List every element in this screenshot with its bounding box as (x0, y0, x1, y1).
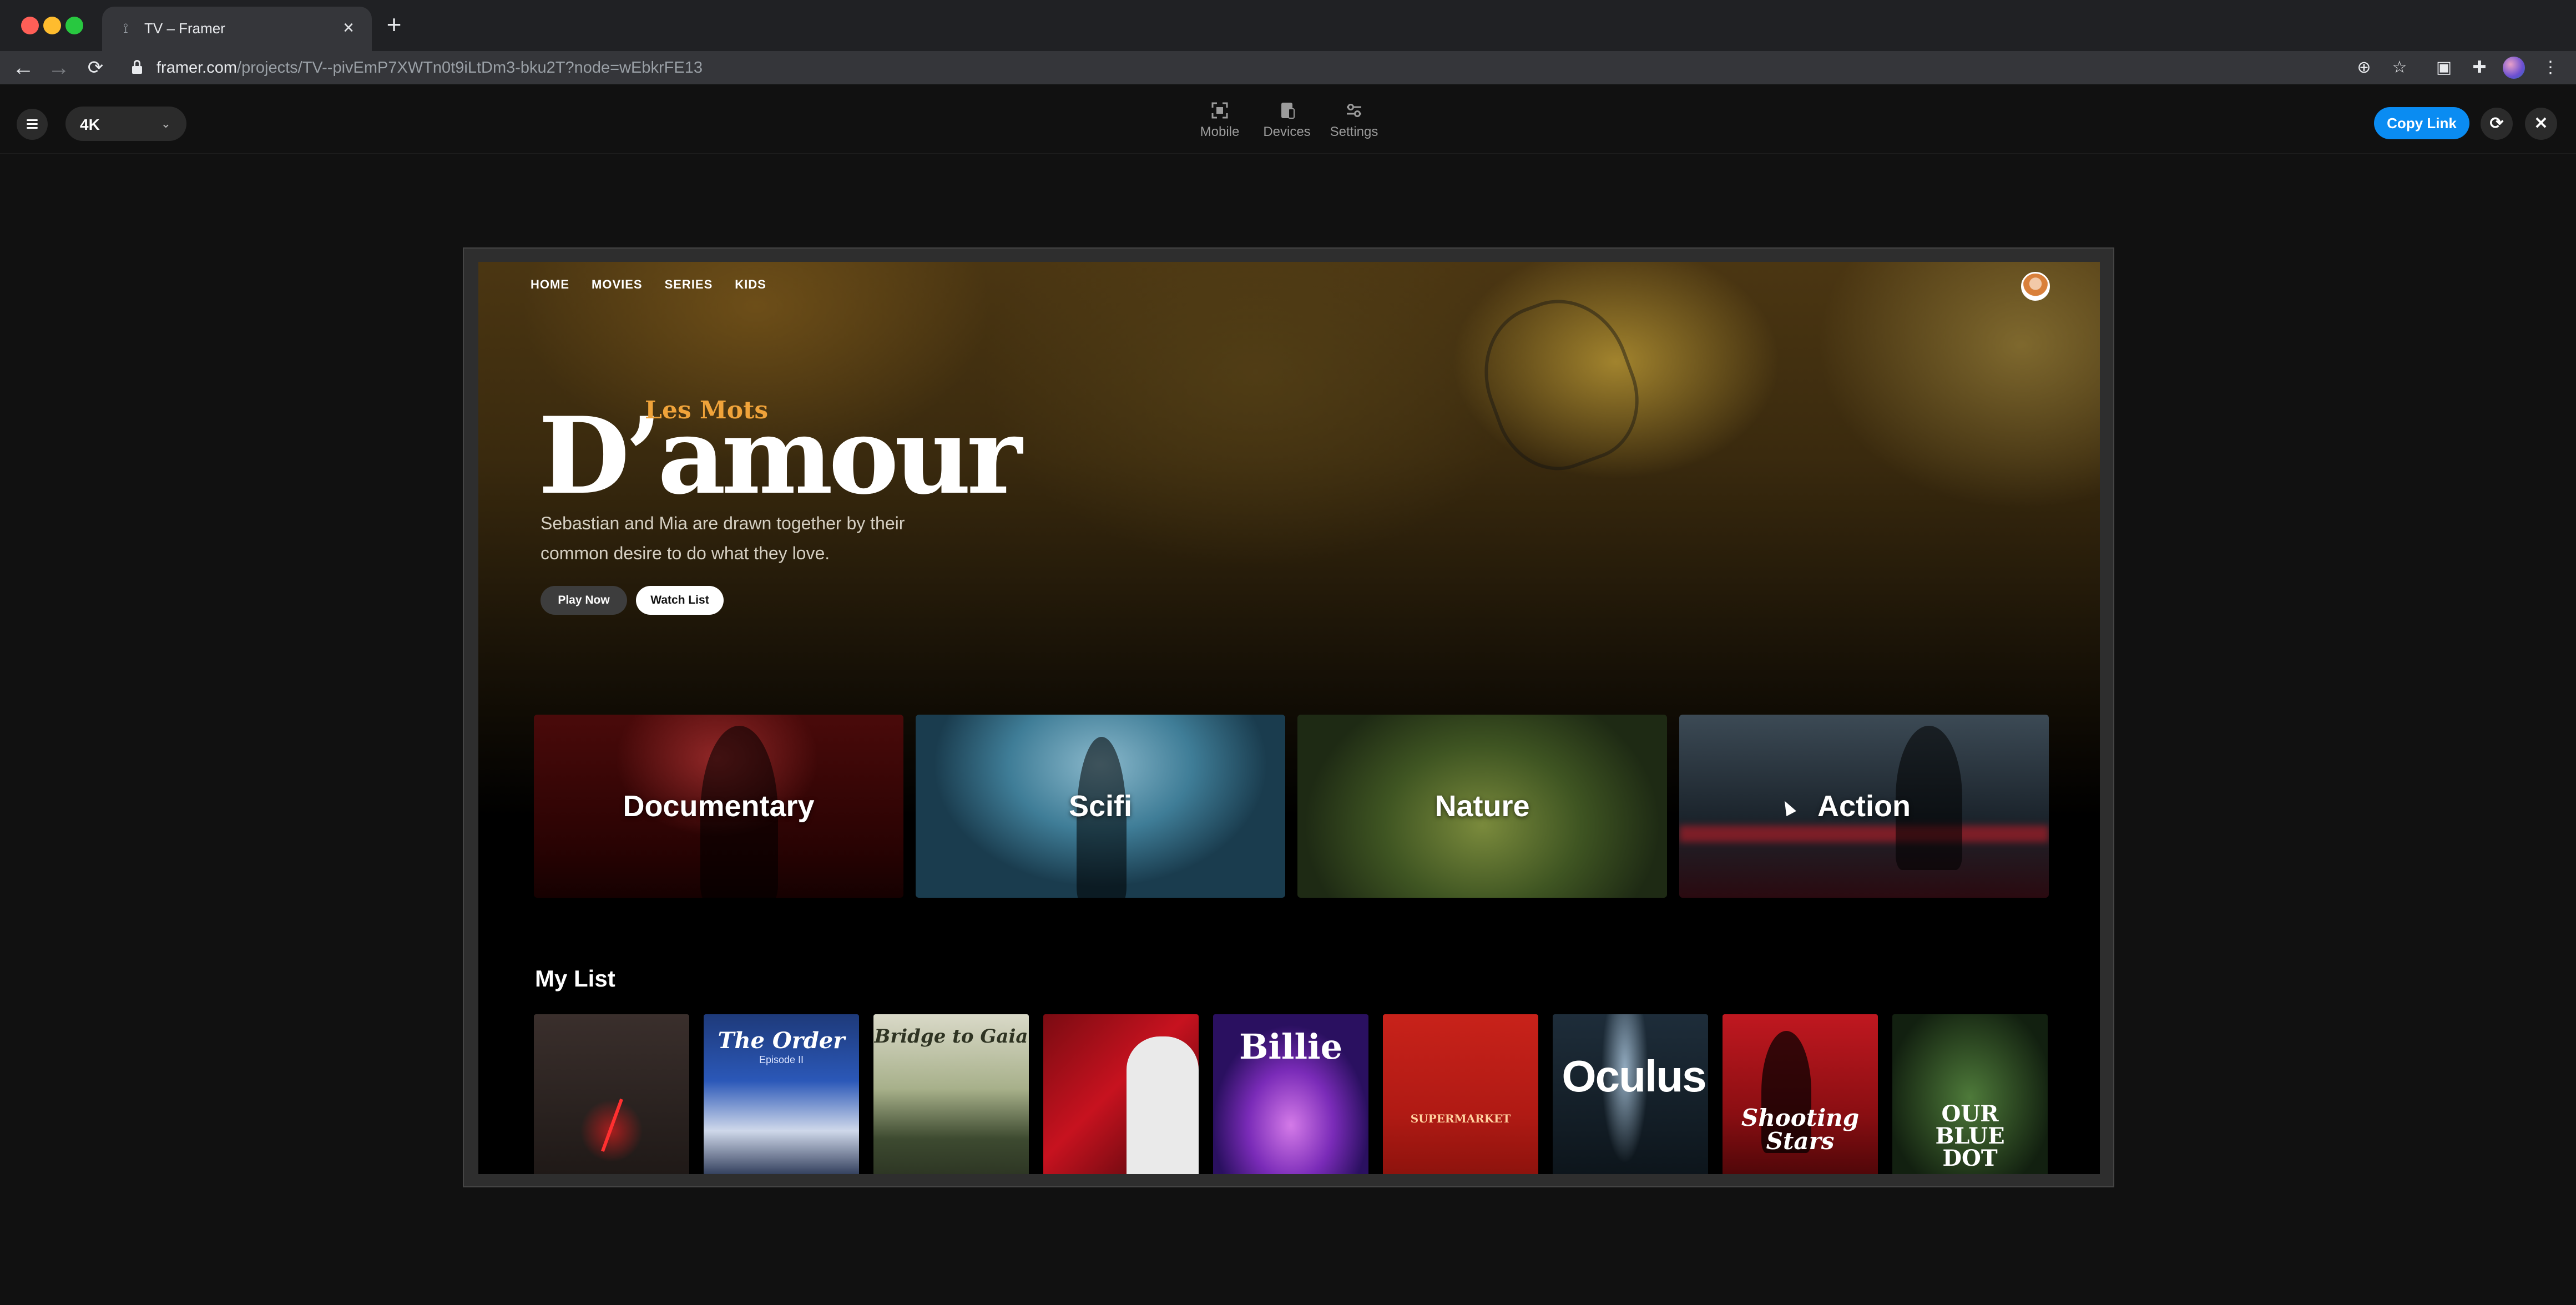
toolbar-mobile[interactable]: Mobile (1196, 101, 1243, 145)
poster-title: Shooting Stars (1741, 1104, 1860, 1155)
poster-the-order[interactable]: The Order Episode II (704, 1014, 859, 1174)
close-window-button[interactable] (21, 17, 39, 34)
poster-bridge-to-gaia[interactable]: Bridge to Gaia (873, 1014, 1029, 1174)
address-bar[interactable]: framer.com/projects/TV--pivEmP7XWTn0t9iL… (156, 59, 703, 77)
poster-oculus[interactable]: Oculus (1553, 1014, 1708, 1174)
category-action[interactable]: Action (1679, 715, 2049, 898)
nav-kids[interactable]: KIDS (735, 277, 766, 294)
close-icon: ✕ (2534, 114, 2548, 133)
new-tab-button[interactable]: + (382, 12, 406, 37)
category-label: Documentary (623, 790, 815, 823)
devices-icon (1277, 101, 1296, 120)
url-path: /projects/TV--pivEmP7XWTn0t9iLtDm3-bku2T… (237, 59, 703, 77)
category-label: Action (1817, 790, 1911, 823)
fullscreen-icon (1210, 101, 1229, 120)
toolbar-devices[interactable]: Devices (1262, 101, 1312, 145)
watch-list-button[interactable]: Watch List (636, 586, 724, 615)
reading-mode-icon[interactable]: ▣ (2433, 57, 2455, 79)
nav-movies[interactable]: MOVIES (592, 277, 643, 294)
nav-series[interactable]: SERIES (665, 277, 713, 294)
framer-favicon-icon: ⟟ (123, 21, 128, 36)
close-tab-icon[interactable]: × (337, 17, 360, 39)
poster-subtitle: Episode II (759, 1054, 804, 1065)
toolbar-mobile-label: Mobile (1200, 124, 1240, 139)
poster-title: The Order (718, 1028, 845, 1054)
copy-link-button[interactable]: Copy Link (2374, 107, 2469, 139)
reload-icon[interactable]: ⟳ (83, 55, 108, 80)
poster-title: Billie (1239, 1026, 1343, 1067)
hero-figure (1464, 281, 1657, 487)
poster-title: Bridge to Gaia (874, 1025, 1028, 1048)
refresh-button[interactable]: ⟳ (2481, 108, 2513, 140)
poster-title: SUPERMARKET (1410, 1112, 1511, 1125)
bookmark-star-icon[interactable]: ☆ (2388, 57, 2411, 79)
toolbar-settings-label: Settings (1330, 124, 1378, 139)
poster-supermarket[interactable]: SUPERMARKET (1383, 1014, 1538, 1174)
browser-tab[interactable]: ⟟ TV – Framer × (102, 7, 372, 51)
hero-title-small: Les Mots (645, 396, 769, 424)
refresh-icon: ⟳ (2489, 114, 2504, 133)
hamburger-icon (27, 119, 38, 121)
poster-1[interactable] (534, 1014, 689, 1174)
close-preview-button[interactable]: ✕ (2525, 108, 2557, 140)
category-scifi[interactable]: Scifi (916, 715, 1285, 898)
toolbar-devices-label: Devices (1263, 124, 1311, 139)
main-nav: HOME MOVIES SERIES KIDS (531, 277, 766, 294)
poster-4[interactable] (1043, 1014, 1199, 1174)
category-nature[interactable]: Nature (1297, 715, 1667, 898)
play-now-button[interactable]: Play Now (541, 586, 627, 615)
extensions-icon[interactable]: ✚ (2468, 57, 2491, 79)
framer-preview-toolbar: 4K ⌄ Mobile Devices Settings Copy Link ⟳… (0, 84, 2576, 154)
maximize-window-button[interactable] (65, 17, 83, 34)
hero-description: Sebastian and Mia are drawn together by … (541, 513, 905, 563)
user-avatar[interactable] (2021, 272, 2050, 301)
url-host: framer.com (156, 59, 238, 77)
resolution-select[interactable]: 4K ⌄ (65, 107, 186, 141)
profile-avatar[interactable] (2503, 57, 2525, 79)
back-arrow-icon[interactable]: ← (11, 55, 36, 80)
category-label: Scifi (1068, 790, 1133, 823)
forward-arrow-icon[interactable]: → (47, 55, 71, 80)
install-app-icon[interactable]: ⊕ (2353, 57, 2375, 79)
category-label: Nature (1435, 790, 1530, 823)
tab-title: TV – Framer (144, 20, 225, 37)
browser-tab-bar: ⟟ TV – Framer × + (0, 0, 2576, 51)
minimize-window-button[interactable] (43, 17, 61, 34)
sliders-icon (1345, 101, 1363, 120)
poster-title: Oculus (1562, 1051, 1706, 1101)
chevron-down-icon: ⌄ (160, 117, 171, 130)
browser-toolbar: ← → ⟳ framer.com/projects/TV--pivEmP7XWT… (0, 51, 2576, 84)
poster-billie[interactable]: Billie (1213, 1014, 1368, 1174)
category-documentary[interactable]: Documentary (534, 715, 903, 898)
browser-menu-icon[interactable]: ⋮ (2539, 57, 2562, 79)
poster-title: OUR BLUE DOT (1935, 1101, 2005, 1171)
lock-icon[interactable] (132, 60, 142, 74)
tv-app-screen: HOME MOVIES SERIES KIDS D’amour Les Mots… (478, 262, 2100, 1174)
my-list-heading: My List (535, 965, 615, 992)
poster-shooting-stars[interactable]: Shooting Stars (1723, 1014, 1878, 1174)
device-frame: HOME MOVIES SERIES KIDS D’amour Les Mots… (463, 247, 2114, 1187)
menu-button[interactable] (17, 109, 48, 140)
nav-home[interactable]: HOME (531, 277, 569, 294)
toolbar-settings[interactable]: Settings (1327, 101, 1381, 145)
hero-title: D’amour (538, 394, 1022, 518)
resolution-value: 4K (80, 116, 100, 133)
poster-our-blue-dot[interactable]: OUR BLUE DOT (1892, 1014, 2048, 1174)
